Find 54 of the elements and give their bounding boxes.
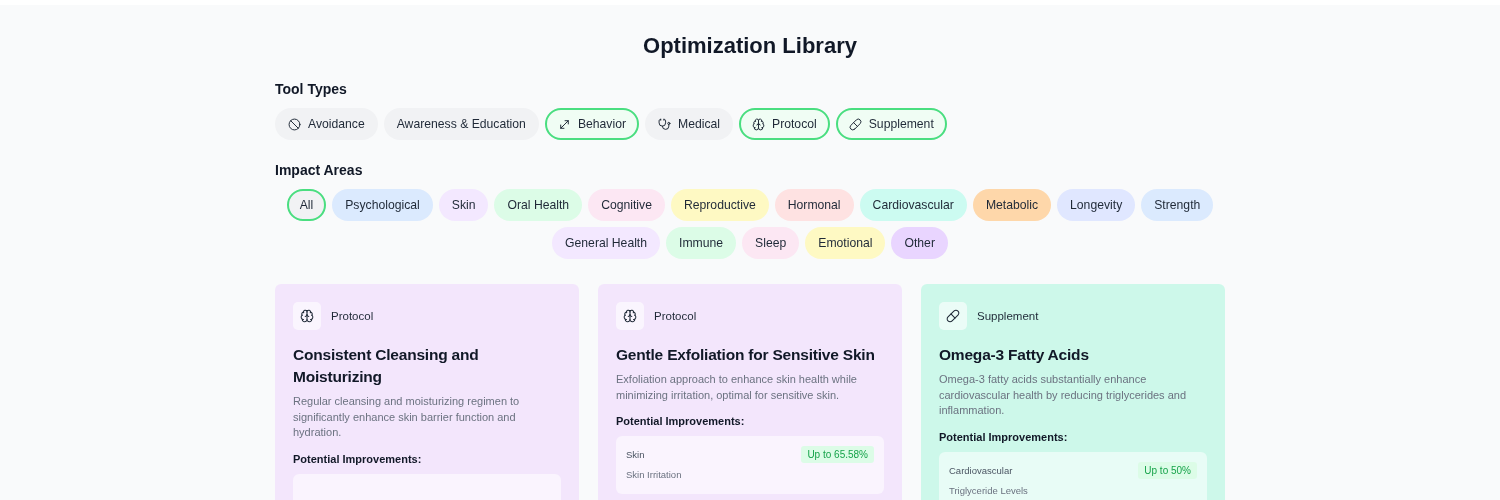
improvement-badge: Up to 50% bbox=[1138, 461, 1197, 479]
tool-type-chip[interactable]: Avoidance bbox=[275, 108, 378, 140]
impact-area-chip[interactable]: Sleep bbox=[742, 227, 800, 259]
impact-area-chip[interactable]: Skin bbox=[438, 189, 489, 221]
improvements-heading: Potential Improvements: bbox=[293, 452, 423, 465]
brain-icon bbox=[300, 309, 314, 323]
tool-type-label: Protocol bbox=[654, 310, 697, 322]
impact-area-chip[interactable]: Emotional bbox=[805, 227, 886, 259]
tool-type-chip[interactable]: Medical bbox=[645, 108, 733, 140]
card-title: Gentle Exfoliation for Sensitive Skin bbox=[616, 345, 876, 365]
tool-card[interactable] bbox=[598, 284, 902, 500]
ban-icon bbox=[288, 117, 301, 131]
improvement-badge: Up to 65.58% bbox=[801, 446, 874, 463]
card-description: Regular cleansing and moisturizing regimen to significantly enhance skin barrier function and hydration. bbox=[293, 394, 521, 440]
pill-icon bbox=[946, 309, 960, 323]
impact-area-text: Cardiovascular bbox=[949, 464, 1013, 476]
section-label: Tool Types bbox=[275, 81, 348, 97]
tool-type-chip[interactable]: Awareness & Education bbox=[383, 108, 539, 140]
impact-area-chip[interactable]: Oral Health bbox=[494, 189, 583, 221]
impact-area-chip[interactable]: Cardiovascular bbox=[859, 189, 967, 221]
metric-text: Skin Irritation bbox=[626, 469, 683, 480]
card-title: Omega-3 Fatty Acids bbox=[939, 345, 1090, 365]
impact-area-chip[interactable]: Other bbox=[891, 227, 948, 259]
impact-area-chip[interactable]: General Health bbox=[552, 227, 661, 259]
stethoscope-icon bbox=[658, 117, 671, 131]
pill-icon bbox=[848, 117, 862, 131]
impact-area-chip[interactable]: Cognitive bbox=[588, 189, 665, 221]
tool-card[interactable]: Protocol Consistent Cleansing and Moisturizing Regular cleansing and moisturizing regimen to significantly enhance skin barrier function and hydration. Potential Improvements: bbox=[275, 284, 579, 500]
impact-area-chip[interactable]: Hormonal bbox=[774, 189, 854, 221]
brain-icon bbox=[623, 309, 637, 323]
card-description: Exfoliation approach to enhance skin health while minimizing irritation, optimal for sensitive skin. bbox=[616, 372, 858, 403]
metric-text: Triglyceride Levels bbox=[949, 484, 1029, 496]
card-description: Omega-3 fatty acids substantially enhance cardiovascular health by reducing triglycerides and inflammation. bbox=[939, 372, 1188, 418]
impact-area-chip[interactable]: All bbox=[286, 189, 327, 221]
tool-type-label: Supplement bbox=[977, 310, 1039, 322]
impact-area-chip[interactable]: Immune bbox=[666, 227, 737, 259]
impact-area-chip[interactable]: Longevity bbox=[1057, 189, 1136, 221]
tool-type-chip[interactable]: Protocol bbox=[739, 108, 830, 140]
diagonal-arrow-icon bbox=[557, 117, 571, 131]
section-label: Impact Areas bbox=[275, 162, 364, 178]
tool-type-label: Protocol bbox=[331, 310, 374, 322]
impact-area-chip[interactable]: Psychological bbox=[332, 189, 433, 221]
page-title: Optimization Library bbox=[643, 33, 857, 59]
impact-area-chip[interactable]: Metabolic bbox=[972, 189, 1052, 221]
brain-icon bbox=[752, 117, 765, 131]
tool-type-chip[interactable]: Behavior bbox=[544, 108, 639, 140]
improvements-heading: Potential Improvements: bbox=[939, 430, 1069, 443]
impact-area-text: Skin bbox=[626, 449, 645, 460]
tool-type-chip[interactable]: Supplement bbox=[835, 108, 947, 140]
impact-area-chip[interactable]: Strength bbox=[1141, 189, 1214, 221]
impact-area-chip[interactable]: Reproductive bbox=[670, 189, 769, 221]
improvements-heading: Potential Improvements: bbox=[616, 415, 746, 427]
tool-card[interactable] bbox=[921, 284, 1225, 500]
card-title: Consistent Cleansing and Moisturizing bbox=[293, 345, 480, 387]
